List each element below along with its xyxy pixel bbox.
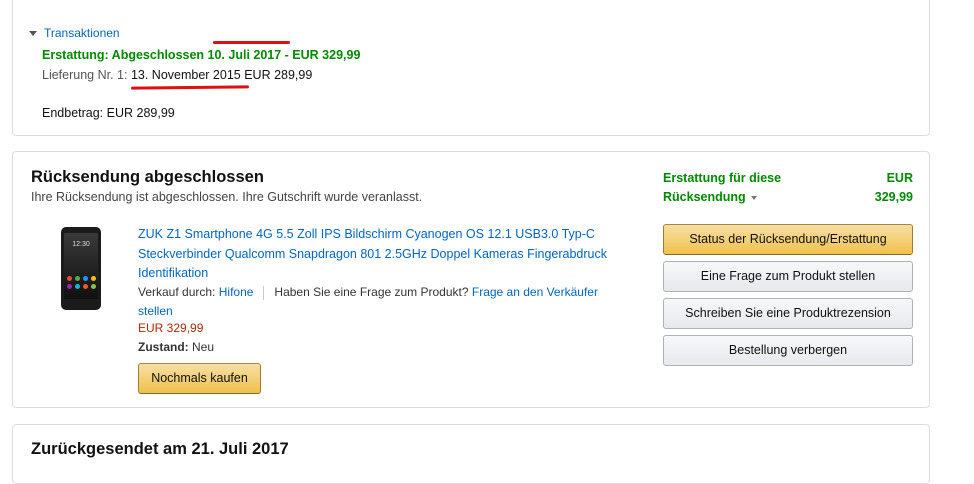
transactions-panel: Transaktionen Erstattung: Abgeschlossen … (12, 0, 930, 136)
total-label: Endbetrag: (42, 106, 104, 120)
return-subtitle: Ihre Rücksendung ist abgeschlossen. Ihre… (31, 190, 423, 204)
transactions-toggle[interactable]: Transaktionen (29, 26, 120, 40)
annotation-underline-delivery-date (130, 85, 250, 90)
product-price: EUR 329,99 (138, 321, 204, 335)
delivery-line: Lieferung Nr. 1: 13. November 2015 EUR 2… (42, 68, 312, 82)
refund-currency: EUR (886, 171, 913, 185)
refund-label: Erstattung für diese Rücksendung (663, 169, 781, 207)
product-title-link[interactable]: ZUK Z1 Smartphone 4G 5.5 Zoll IPS Bildsc… (138, 225, 638, 284)
question-text: Haben Sie eine Frage zum Produkt? (274, 285, 469, 299)
product-image[interactable]: 12:30 (61, 227, 101, 310)
refund-amount: EUR 329,99 (875, 169, 913, 207)
sold-by-label: Verkauf durch: (138, 285, 216, 299)
refund-value: 329,99 (874, 190, 913, 204)
hide-order-button[interactable]: Bestellung verbergen (663, 335, 913, 366)
condition-value: Neu (192, 340, 215, 354)
return-panel: Rücksendung abgeschlossen Ihre Rücksendu… (12, 151, 930, 408)
total-line: Endbetrag: EUR 289,99 (42, 106, 175, 120)
annotation-underline-refund-date (213, 41, 290, 44)
seller-link[interactable]: Hifone (219, 285, 254, 299)
write-review-button[interactable]: Schreiben Sie eine Produktrezension (663, 298, 913, 329)
returned-title: Zurückgesendet am 21. Juli 2017 (31, 440, 289, 458)
delivery-label: Lieferung Nr. 1: (42, 68, 128, 82)
product-image-screen: 12:30 (64, 233, 98, 299)
return-title: Rücksendung abgeschlossen (31, 168, 264, 186)
phone-clock: 12:30 (72, 241, 90, 248)
phone-app-icons (67, 276, 96, 289)
refund-label-line1: Erstattung für diese (663, 171, 782, 185)
ask-product-question-button[interactable]: Eine Frage zum Produkt stellen (663, 261, 913, 292)
refund-label-line2-text: Rücksendung (663, 190, 746, 204)
total-value: EUR 289,99 (106, 106, 175, 120)
caret-down-icon (29, 30, 37, 36)
chevron-down-icon (750, 195, 757, 200)
buy-again-button[interactable]: Nochmals kaufen (138, 363, 261, 394)
seller-line: Verkauf durch: Hifone Haben Sie eine Frag… (138, 283, 628, 321)
return-status-button[interactable]: Status der Rücksendung/Erstattung (663, 224, 913, 255)
delivery-value: 13. November 2015 EUR 289,99 (130, 68, 313, 82)
transactions-toggle-label[interactable]: Transaktionen (44, 26, 120, 40)
condition-label: Zustand: (138, 340, 189, 354)
refund-status-line: Erstattung: Abgeschlossen 10. Juli 2017 … (42, 48, 361, 62)
product-condition: Zustand: Neu (138, 340, 214, 354)
refund-label-line2[interactable]: Rücksendung (663, 188, 781, 207)
returned-panel: Zurückgesendet am 21. Juli 2017 (12, 424, 930, 484)
divider (263, 285, 265, 300)
